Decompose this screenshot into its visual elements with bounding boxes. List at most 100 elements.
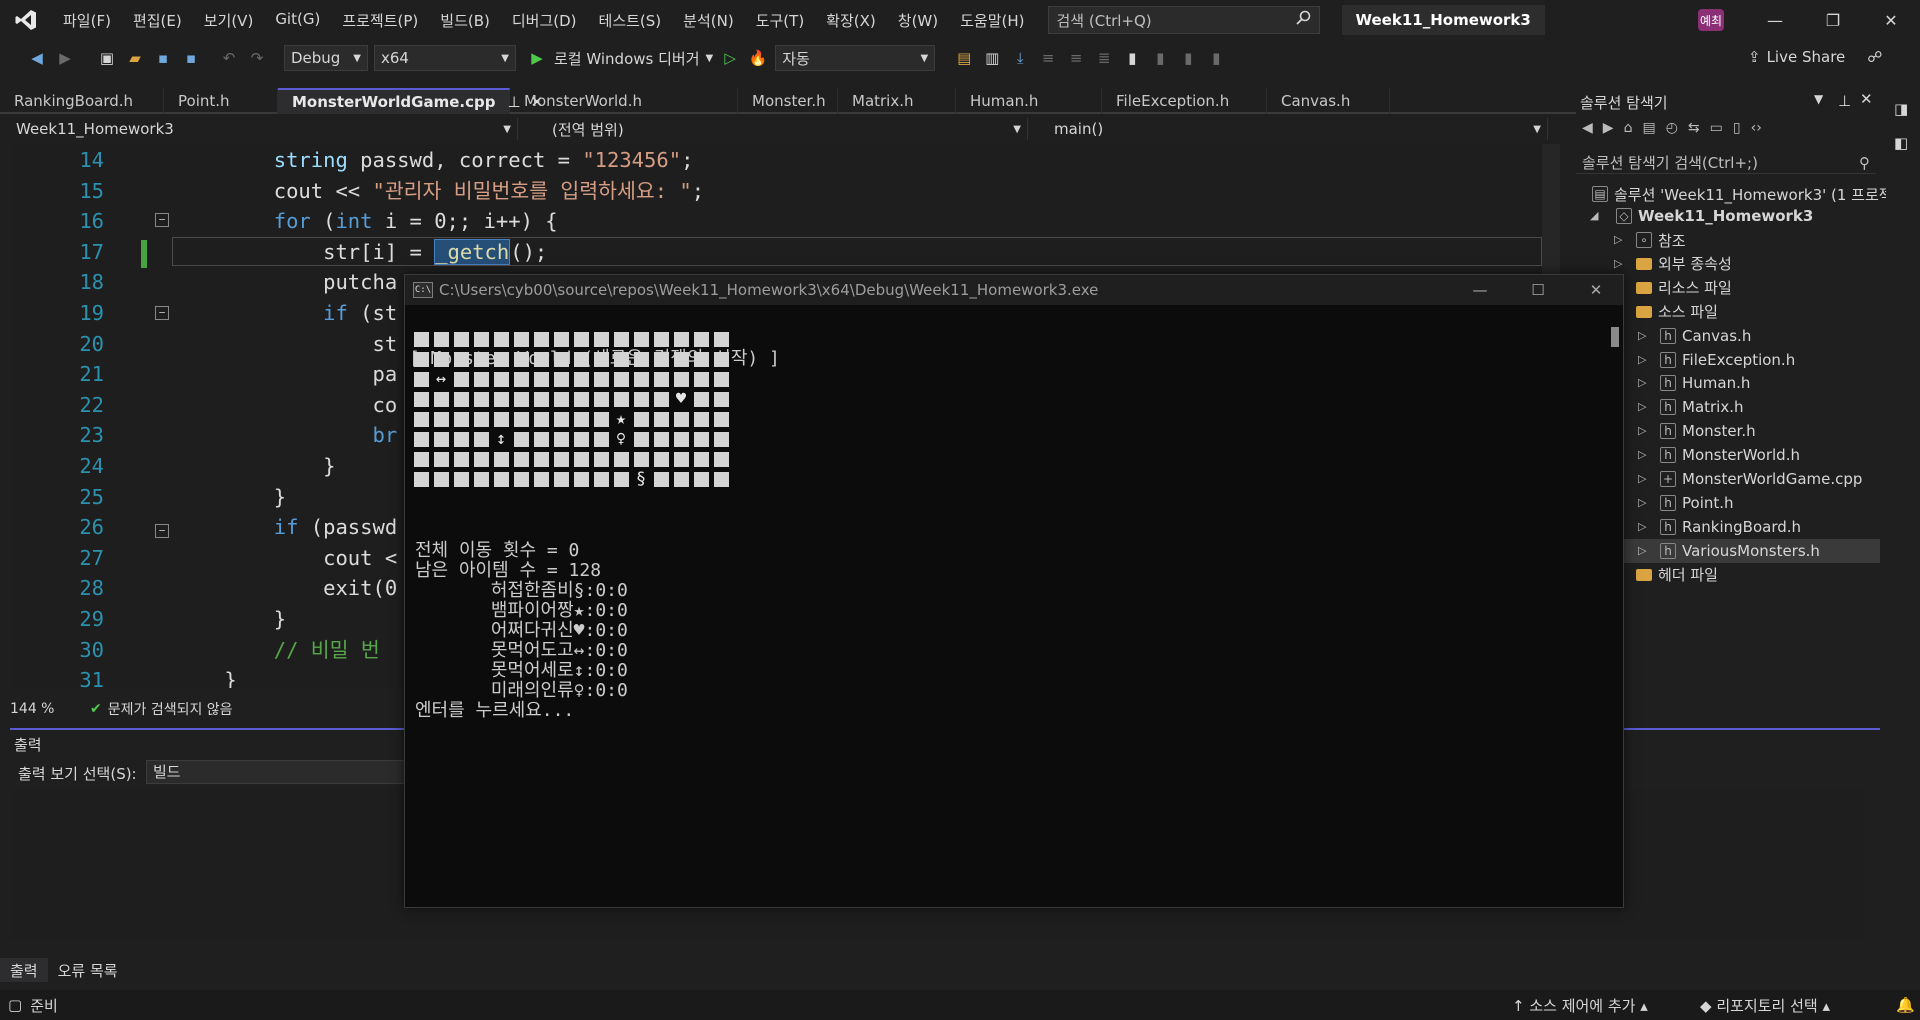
- chevron-down-icon[interactable]: ▼: [1814, 92, 1823, 106]
- menu-item[interactable]: 확장(X): [815, 10, 887, 31]
- console-titlebar[interactable]: C:\ C:\Users\cyb00\source\repos\Week11_H…: [405, 275, 1623, 305]
- navigate-forward-icon[interactable]: ▶: [54, 47, 76, 69]
- solution-mode-select[interactable]: 자동 ▼: [775, 45, 936, 71]
- editor-tab[interactable]: Matrix.h: [838, 88, 956, 114]
- menu-item[interactable]: 편집(E): [122, 10, 193, 31]
- save-all-icon[interactable]: ▪: [180, 47, 202, 69]
- collapsed-arrow-icon[interactable]: ▷: [1638, 329, 1646, 342]
- source-control-button[interactable]: ↑ 소스 제어에 추가 ▴: [1512, 995, 1648, 1016]
- feedback-icon[interactable]: ☍: [1867, 48, 1882, 66]
- collapsed-arrow-icon[interactable]: ▷: [1638, 520, 1646, 533]
- editor-tab[interactable]: Canvas.h: [1267, 88, 1390, 114]
- window-layout-icon[interactable]: ▥: [981, 47, 1003, 69]
- close-icon[interactable]: ✕: [1862, 0, 1920, 40]
- solution-explorer-search[interactable]: 솔루션 탐색기 검색(Ctrl+;) ⚲: [1576, 152, 1876, 174]
- step-icon[interactable]: ⤓: [1009, 47, 1031, 69]
- switch-views-icon[interactable]: ▤: [1642, 120, 1655, 136]
- console-minimize-icon[interactable]: —: [1451, 275, 1509, 305]
- member-select[interactable]: main() ▼: [1028, 118, 1548, 140]
- repository-button[interactable]: ◆ 리포지토리 선택 ▴: [1700, 995, 1830, 1016]
- menu-item[interactable]: 파일(F): [52, 10, 122, 31]
- scope-select[interactable]: (전역 범위) ▼: [518, 118, 1028, 140]
- pending-changes-icon[interactable]: ◴: [1666, 120, 1678, 136]
- editor-tab[interactable]: Monster.h: [738, 88, 838, 114]
- console-scrollbar-thumb[interactable]: [1611, 327, 1619, 347]
- tree-item[interactable]: + MonsterWorldGame.cpp: [1660, 467, 1862, 491]
- editor-tab[interactable]: Human.h: [956, 88, 1102, 114]
- bookmark-clear-icon[interactable]: ▮: [1205, 47, 1227, 69]
- editor-tab[interactable]: MonsterWorld.h: [510, 88, 738, 114]
- tree-item[interactable]: 외부 종속성: [1636, 252, 1732, 276]
- bottom-tab[interactable]: 오류 목록: [48, 958, 128, 982]
- tree-item[interactable]: h FileException.h: [1660, 348, 1795, 372]
- tree-item[interactable]: h Human.h: [1660, 371, 1750, 395]
- code-line[interactable]: 15 cout << "관리자 비밀번호를 입력하세요: ";: [10, 176, 1542, 207]
- notifications-icon[interactable]: 🔔: [1896, 996, 1915, 1014]
- new-project-icon[interactable]: ▣: [96, 47, 118, 69]
- collapsed-arrow-icon[interactable]: ▷: [1638, 376, 1646, 389]
- collapsed-arrow-icon[interactable]: ▷: [1638, 496, 1646, 509]
- collapsed-arrow-icon[interactable]: ▷: [1614, 257, 1622, 270]
- menu-item[interactable]: Git(G): [264, 10, 331, 31]
- tree-item[interactable]: h Canvas.h: [1660, 324, 1751, 348]
- console-close-icon[interactable]: ✕: [1567, 275, 1625, 305]
- save-icon[interactable]: ▪: [152, 47, 174, 69]
- collapsed-arrow-icon[interactable]: ▷: [1638, 353, 1646, 366]
- close-icon[interactable]: ✕: [1860, 90, 1873, 108]
- collapsed-arrow-icon[interactable]: ▷: [1638, 472, 1646, 485]
- menu-item[interactable]: 분석(N): [672, 10, 745, 31]
- collapsed-arrow-icon[interactable]: ▷: [1638, 424, 1646, 437]
- properties-rail-icon[interactable]: ◧: [1894, 134, 1908, 152]
- menu-item[interactable]: 보기(V): [193, 10, 265, 31]
- tree-item[interactable]: h RankingBoard.h: [1660, 515, 1801, 539]
- forward-icon[interactable]: ▶: [1603, 120, 1614, 136]
- indent-icon[interactable]: ≣: [1093, 47, 1115, 69]
- tree-solution-node[interactable]: ▤ 솔루션 'Week11_Homework3' (1 프로젝: [1592, 182, 1893, 206]
- menu-item[interactable]: 창(W): [887, 10, 949, 31]
- run-target-label[interactable]: 로컬 Windows 디버거: [554, 48, 700, 69]
- project-scope-select[interactable]: Week11_Homework3 ▼: [10, 118, 518, 140]
- tree-item[interactable]: ∘ 참조: [1636, 228, 1686, 252]
- pin-icon[interactable]: ⊥: [1838, 92, 1851, 110]
- restore-icon[interactable]: ❐: [1804, 0, 1862, 40]
- bookmark-next-icon[interactable]: ▮: [1177, 47, 1199, 69]
- collapsed-arrow-icon[interactable]: ▷: [1638, 400, 1646, 413]
- collapsed-arrow-icon[interactable]: ▷: [1638, 448, 1646, 461]
- uncomment-icon[interactable]: ≡: [1065, 47, 1087, 69]
- editor-tab[interactable]: Point.h: [164, 88, 278, 114]
- tree-item[interactable]: 소스 파일: [1636, 300, 1718, 324]
- menu-item[interactable]: 디버그(D): [501, 10, 588, 31]
- menu-item[interactable]: 프로젝트(P): [331, 10, 429, 31]
- issues-label[interactable]: 문제가 검색되지 않음: [108, 699, 233, 719]
- start-without-debug-icon[interactable]: ▷: [719, 47, 741, 69]
- zoom-level[interactable]: 144 %: [10, 701, 90, 717]
- open-file-icon[interactable]: ▰: [124, 47, 146, 69]
- back-icon[interactable]: ◀: [1582, 120, 1593, 136]
- bookmark-icon[interactable]: ▮: [1121, 47, 1143, 69]
- menu-item[interactable]: 테스트(S): [588, 10, 673, 31]
- tree-item[interactable]: 리소스 파일: [1636, 276, 1732, 300]
- tree-item[interactable]: h Monster.h: [1660, 419, 1756, 443]
- search-input[interactable]: 검색 (Ctrl+Q): [1047, 6, 1320, 34]
- start-debug-icon[interactable]: ▶: [526, 47, 548, 69]
- show-all-files-icon[interactable]: ▯: [1733, 120, 1741, 136]
- editor-tab[interactable]: MonsterWorldGame.cpp ⊥ ✕: [278, 88, 543, 114]
- platform-select[interactable]: x64 ▼: [374, 45, 516, 71]
- code-line[interactable]: 14 string passwd, correct = "123456";: [10, 145, 1542, 176]
- output-source-select[interactable]: 빌드: [146, 760, 426, 784]
- menu-item[interactable]: 도움말(H): [949, 10, 1035, 31]
- code-line[interactable]: 17 str[i] = _getch();: [10, 237, 1542, 268]
- undo-icon[interactable]: ↶: [218, 47, 240, 69]
- redo-icon[interactable]: ↷: [246, 47, 268, 69]
- live-share-button[interactable]: ⇪ Live Share ☍: [1748, 48, 1882, 66]
- home-icon[interactable]: ⌂: [1624, 120, 1633, 136]
- visual-studio-logo-icon[interactable]: [0, 0, 52, 40]
- tree-item[interactable]: h Matrix.h: [1660, 395, 1744, 419]
- tree-item[interactable]: h MonsterWorld.h: [1660, 443, 1800, 467]
- comment-icon[interactable]: ≡: [1037, 47, 1059, 69]
- editor-tab[interactable]: RankingBoard.h: [0, 88, 164, 114]
- code-line[interactable]: 16 for (int i = 0;; i++) {: [10, 206, 1542, 237]
- avatar[interactable]: 예최: [1698, 9, 1724, 31]
- bottom-tab[interactable]: 출력: [0, 958, 48, 982]
- menu-item[interactable]: 빌드(B): [429, 10, 501, 31]
